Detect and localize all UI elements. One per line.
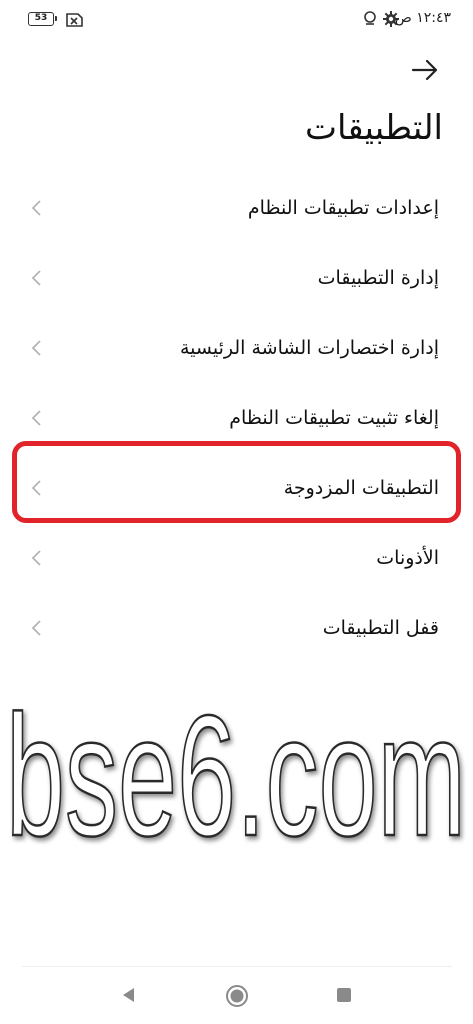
battery-level: 53 — [34, 13, 48, 23]
nav-divider — [22, 966, 452, 967]
menu-item-label: إدارة اختصارات الشاشة الرئيسية — [180, 337, 439, 359]
menu-item-app-lock[interactable]: قفل التطبيقات — [0, 593, 473, 663]
status-bar: 53 ١٢:٤٣ ص — [0, 0, 473, 40]
nav-back-icon[interactable] — [120, 986, 136, 1004]
menu-item-label: إدارة التطبيقات — [317, 267, 439, 289]
menu-item-system-app-settings[interactable]: إعدادات تطبيقات النظام — [0, 173, 473, 243]
menu-item-label: إلغاء تثبيت تطبيقات النظام — [229, 407, 439, 429]
menu-item-permissions[interactable]: الأذونات — [0, 523, 473, 593]
arrow-right-icon — [411, 59, 438, 81]
chevron-left-icon — [31, 480, 41, 496]
watermark-text: bse6.com — [6, 690, 466, 860]
menu-item-label: التطبيقات المزدوجة — [283, 477, 439, 499]
menu-item-home-shortcuts[interactable]: إدارة اختصارات الشاشة الرئيسية — [0, 313, 473, 383]
chevron-left-icon — [31, 550, 41, 566]
clock: ١٢:٤٣ ص — [394, 10, 451, 26]
battery-icon: 53 — [28, 12, 57, 26]
location-icon — [364, 11, 376, 25]
menu-item-label: قفل التطبيقات — [322, 617, 439, 639]
settings-menu: إعدادات تطبيقات النظام إدارة التطبيقات إ… — [0, 173, 473, 663]
menu-item-label: إعدادات تطبيقات النظام — [247, 197, 439, 219]
menu-item-dual-apps[interactable]: التطبيقات المزدوجة — [0, 453, 473, 523]
navigation-bar — [0, 972, 473, 1024]
menu-item-label: الأذونات — [376, 547, 439, 569]
no-sim-icon — [66, 13, 83, 27]
nav-recents-icon[interactable] — [337, 988, 351, 1002]
chevron-left-icon — [31, 620, 41, 636]
chevron-left-icon — [31, 200, 41, 216]
watermark: bse6.com — [5, 690, 468, 860]
back-button[interactable] — [407, 52, 443, 88]
chevron-left-icon — [31, 340, 41, 356]
chevron-left-icon — [31, 410, 41, 426]
menu-item-manage-apps[interactable]: إدارة التطبيقات — [0, 243, 473, 313]
nav-home-icon[interactable] — [225, 984, 249, 1008]
chevron-left-icon — [31, 270, 41, 286]
menu-item-uninstall-system-apps[interactable]: إلغاء تثبيت تطبيقات النظام — [0, 383, 473, 453]
page-title: التطبيقات — [304, 108, 443, 148]
